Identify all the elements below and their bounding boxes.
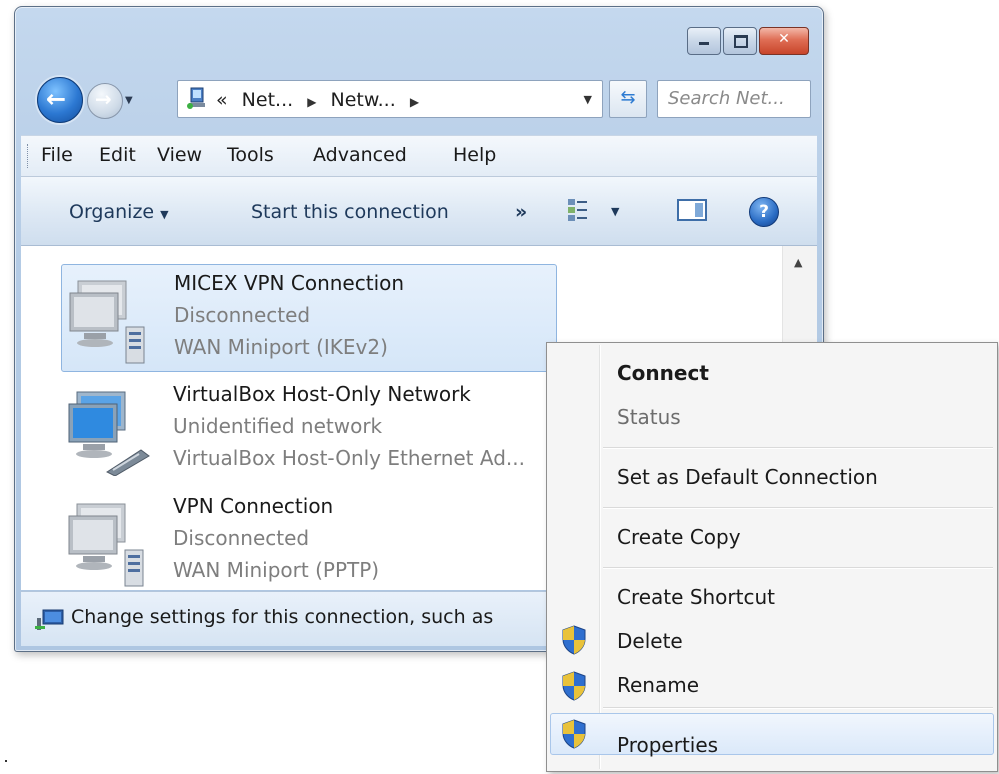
minimize-button[interactable]	[687, 27, 721, 55]
start-connection-button[interactable]: Start this connection	[251, 201, 449, 223]
context-menu: Connect Status Set as Default Connection…	[546, 342, 998, 772]
breadcrumb-item[interactable]: Netw...	[330, 89, 395, 111]
search-box[interactable]	[657, 80, 811, 118]
menu-item-rename[interactable]: Rename	[617, 673, 699, 697]
menu-edit[interactable]: Edit	[99, 144, 136, 166]
organize-label: Organize	[69, 201, 155, 223]
menu-item-create-shortcut[interactable]: Create Shortcut	[617, 585, 775, 609]
caption-buttons: ✕	[685, 27, 809, 55]
help-icon[interactable]: ?	[749, 197, 779, 227]
menu-gutter	[599, 345, 601, 769]
menu-item-connect[interactable]: Connect	[617, 361, 709, 385]
menu-separator	[603, 567, 993, 569]
menu-advanced[interactable]: Advanced	[313, 144, 407, 166]
menu-separator	[603, 447, 993, 449]
list-item[interactable]: VirtualBox Host-Only Network Unidentifie…	[61, 376, 555, 482]
menu-item-delete[interactable]: Delete	[617, 629, 683, 653]
connection-status: Disconnected	[174, 303, 311, 327]
list-item[interactable]: VPN Connection Disconnected WAN Miniport…	[61, 488, 555, 590]
scroll-up-icon[interactable]: ▲	[794, 256, 802, 269]
organize-dropdown-icon: ▼	[160, 208, 169, 221]
command-bar: Organize ▼ Start this connection » ▼ ?	[21, 177, 817, 246]
search-input[interactable]	[666, 87, 810, 110]
views-icon[interactable]	[567, 197, 589, 223]
connection-name: VirtualBox Host-Only Network	[173, 382, 471, 406]
maximize-button[interactable]	[723, 27, 757, 55]
navigation-bar: ← → ▼ « Net... ▶ Netw... ▶ ▼ ⇆	[37, 77, 811, 123]
menu-item-status: Status	[617, 405, 681, 429]
network-connection-icon	[35, 609, 64, 630]
forward-arrow-icon: →	[95, 87, 112, 111]
connection-device: WAN Miniport (PPTP)	[173, 558, 380, 582]
connection-name: VPN Connection	[173, 494, 334, 518]
network-folder-icon	[187, 87, 205, 109]
maximize-icon	[734, 35, 748, 48]
connection-status: Disconnected	[173, 526, 310, 550]
address-bar[interactable]: « Net... ▶ Netw... ▶ ▼	[177, 80, 603, 118]
forward-button[interactable]: →	[87, 83, 123, 119]
menu-view[interactable]: View	[157, 144, 202, 166]
breadcrumb: « Net... ▶ Netw... ▶	[216, 89, 427, 111]
vpn-connection-icon	[68, 503, 144, 587]
menu-bar: File Edit View Tools Advanced Help	[21, 135, 817, 177]
menu-separator	[603, 507, 993, 509]
menu-file[interactable]: File	[41, 144, 73, 166]
back-arrow-icon: ←	[46, 85, 67, 113]
preview-pane-icon[interactable]	[677, 199, 707, 221]
refresh-icon: ⇆	[620, 87, 636, 108]
lan-connection-icon	[68, 391, 150, 476]
minimize-icon	[699, 42, 709, 45]
uac-shield-icon	[562, 671, 586, 701]
history-dropdown-icon[interactable]: ▼	[125, 95, 133, 106]
list-item[interactable]: MICEX VPN Connection Disconnected WAN Mi…	[61, 264, 557, 372]
stray-mark	[5, 760, 7, 762]
breadcrumb-separator-icon[interactable]: ▶	[410, 95, 419, 109]
address-dropdown-icon[interactable]: ▼	[584, 93, 592, 106]
close-button[interactable]: ✕	[759, 27, 809, 55]
breadcrumb-separator-icon[interactable]: ▶	[307, 95, 316, 109]
menu-tools[interactable]: Tools	[227, 144, 274, 166]
uac-shield-icon	[562, 719, 586, 749]
connection-device: VirtualBox Host-Only Ethernet Ad...	[173, 446, 525, 470]
connection-status: Unidentified network	[173, 414, 383, 438]
organize-button[interactable]: Organize ▼	[69, 201, 169, 223]
back-button[interactable]: ←	[37, 77, 83, 123]
menu-separator	[603, 707, 993, 709]
refresh-button[interactable]: ⇆	[609, 80, 647, 118]
close-icon: ✕	[778, 31, 790, 47]
menu-item-properties[interactable]: Properties	[617, 733, 718, 757]
more-commands-button[interactable]: »	[515, 201, 527, 223]
menu-item-create-copy[interactable]: Create Copy	[617, 525, 741, 549]
breadcrumb-item[interactable]: Net...	[242, 89, 293, 111]
connection-device: WAN Miniport (IKEv2)	[174, 335, 388, 359]
uac-shield-icon	[562, 625, 586, 655]
vpn-connection-icon	[69, 280, 145, 364]
status-text: Change settings for this connection, suc…	[71, 606, 494, 628]
menu-help[interactable]: Help	[453, 144, 496, 166]
menubar-grip	[27, 144, 31, 168]
breadcrumb-overflow[interactable]: «	[216, 89, 228, 111]
views-dropdown-icon[interactable]: ▼	[611, 205, 619, 218]
menu-item-set-default[interactable]: Set as Default Connection	[617, 465, 878, 489]
connection-name: MICEX VPN Connection	[174, 271, 405, 295]
